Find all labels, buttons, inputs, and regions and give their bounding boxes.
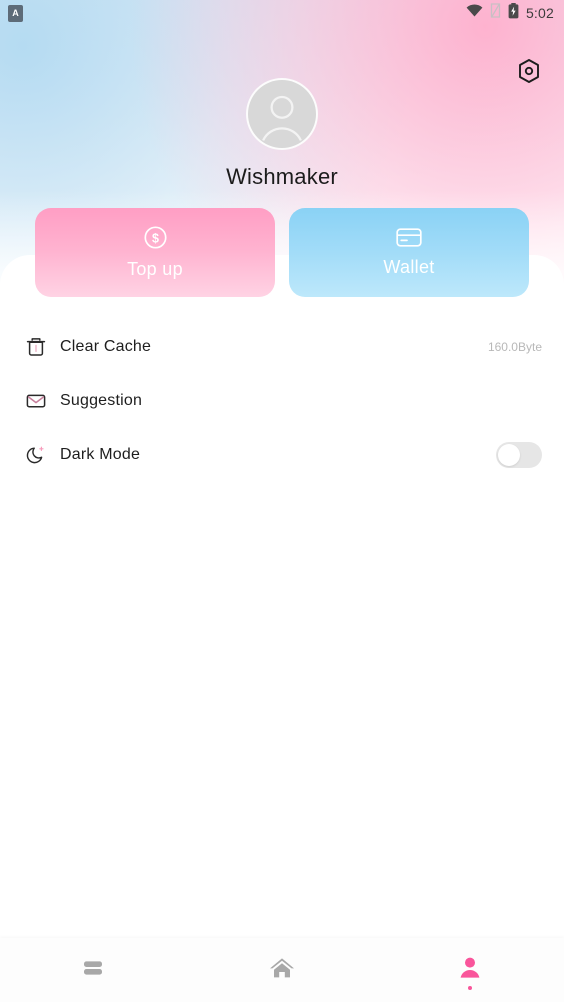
active-tab-indicator: [468, 986, 472, 990]
app-notification-icon: A: [8, 4, 23, 22]
action-buttons: $ Top up Wallet: [0, 208, 564, 297]
nav-item-profile[interactable]: [376, 938, 564, 1002]
dollar-circle-icon: $: [143, 225, 168, 253]
status-bar-right: 5:02: [466, 2, 554, 24]
wallet-button[interactable]: Wallet: [289, 208, 529, 297]
nav-item-library[interactable]: [0, 938, 188, 1002]
avatar[interactable]: [246, 78, 318, 150]
person-icon: [457, 955, 483, 986]
nav-item-home[interactable]: [188, 938, 376, 1002]
settings-menu: Clear Cache 160.0Byte Suggestion Dark Mo…: [0, 320, 564, 482]
cache-size-value: 160.0Byte: [487, 340, 542, 354]
menu-item-suggestion[interactable]: Suggestion: [0, 374, 564, 428]
toggle-knob: [498, 444, 520, 466]
menu-item-label: Clear Cache: [60, 338, 152, 355]
menu-item-label: Dark Mode: [60, 446, 141, 463]
gear-icon[interactable]: [516, 58, 542, 84]
top-up-label: Top up: [127, 259, 183, 279]
battery-charging-icon: [508, 2, 519, 24]
home-icon: [268, 955, 296, 986]
bottom-navigation: [0, 938, 564, 1002]
app-screen: A 5:02 Wishmaker $ Top up Wallet Clear C…: [0, 0, 564, 1002]
wifi-icon: [466, 4, 483, 22]
profile-block: Wishmaker: [0, 78, 564, 190]
status-bar-time: 5:02: [525, 5, 554, 21]
svg-text:$: $: [152, 231, 159, 245]
wallet-label: Wallet: [383, 257, 435, 277]
app-notification-letter: A: [12, 7, 19, 18]
status-bar-left: A: [8, 4, 23, 22]
signal-off-icon: [490, 3, 501, 23]
avatar-person-icon: [262, 95, 302, 141]
moon-icon: [24, 443, 48, 467]
dark-mode-toggle[interactable]: [496, 442, 542, 468]
menu-item-clear-cache[interactable]: Clear Cache 160.0Byte: [0, 320, 564, 374]
menu-item-dark-mode[interactable]: Dark Mode: [0, 428, 564, 482]
credit-card-icon: [396, 227, 422, 251]
menu-item-label: Suggestion: [60, 392, 143, 409]
top-up-button[interactable]: $ Top up: [35, 208, 275, 297]
library-icon: [81, 957, 107, 984]
status-bar: A 5:02: [0, 0, 564, 26]
page-title: Wishmaker: [226, 164, 338, 189]
mail-icon: [24, 389, 48, 413]
trash-icon: [24, 335, 48, 359]
